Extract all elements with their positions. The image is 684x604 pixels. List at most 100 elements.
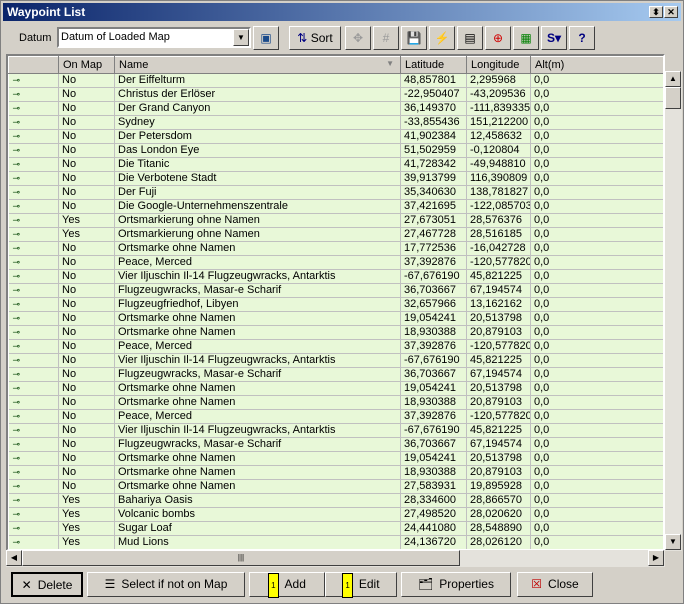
col-header-icon[interactable] [8, 56, 59, 74]
waypoint-icon: ⊸ [8, 241, 59, 256]
table-row[interactable]: ⊸ No Ortsmarke ohne Namen 27,583931 19,89592… [8, 479, 663, 494]
table-row[interactable]: ⊸ Yes Sugar Loaf 24,441080 28,548890 0,0 [8, 521, 663, 536]
table-row[interactable]: ⊸ No Ortsmarke ohne Namen 18,930388 20,87910… [8, 395, 663, 410]
cell-name: Ortsmarke ohne Namen [114, 241, 401, 256]
cell-name: Die Google-Unternehmenszentrale [114, 199, 401, 214]
table-row[interactable]: ⊸ Yes Bahariya Oasis 28,334600 28,866570 0,0 [8, 493, 663, 508]
cell-on-map: Yes [58, 507, 115, 522]
table-row[interactable]: ⊸ Yes Mud Lions 24,136720 28,026120 0,0 [8, 535, 663, 549]
map-picture-button[interactable]: ▣ [253, 26, 279, 50]
table-row[interactable]: ⊸ No Der Grand Canyon 36,149370 -111,839335 0… [8, 101, 663, 116]
delete-button[interactable]: ✕ Delete [11, 572, 83, 597]
table-row[interactable]: ⊸ No Vier Iljuschin Il-14 Flugzeugwracks, … [8, 269, 663, 284]
map-icon: ▦ [520, 31, 532, 45]
cell-longitude: -120,577820 [466, 339, 531, 354]
cell-latitude: 37,392876 [400, 255, 467, 270]
scroll-left-icon[interactable]: ◀ [6, 550, 22, 566]
map-button[interactable]: ▦ [513, 26, 539, 50]
cell-longitude: -49,948810 [466, 157, 531, 172]
close-button[interactable]: ☒ Close [517, 572, 593, 597]
cell-alt: 0,0 [530, 339, 663, 354]
table-row[interactable]: ⊸ No Vier Iljuschin Il-14 Flugzeugwracks, … [8, 423, 663, 438]
table-row[interactable]: ⊸ No Die Titanic 41,728342 -49,948810 0,0 [8, 157, 663, 172]
col-header-latitude[interactable]: Latitude [400, 56, 467, 74]
col-header-name[interactable]: Name ▼ [114, 56, 401, 74]
cell-latitude: 24,136720 [400, 535, 467, 549]
vertical-scrollbar[interactable]: ▲ ▼ [665, 71, 682, 551]
table-row[interactable]: ⊸ No Die Verbotene Stadt 39,913799 116,39080… [8, 171, 663, 186]
scroll-down-icon[interactable]: ▼ [665, 534, 681, 550]
table-row[interactable]: ⊸ No Die Google-Unternehmenszentrale 37,421… [8, 199, 663, 214]
table-row[interactable]: ⊸ No Ortsmarke ohne Namen 18,930388 20,87910… [8, 465, 663, 480]
crosshair-button[interactable]: ✥ [345, 26, 371, 50]
table-row[interactable]: ⊸ No Flugzeugfriedhof, Libyen 32,657966 13,1… [8, 297, 663, 312]
restore-icon[interactable]: ⬍ [649, 6, 663, 18]
save-dropdown-button[interactable]: 💾 [401, 26, 427, 50]
help-button[interactable]: ? [569, 26, 595, 50]
table-row[interactable]: ⊸ No Ortsmarke ohne Namen 19,054241 20,51379… [8, 451, 663, 466]
table-row[interactable]: ⊸ No Peace, Merced 37,392876 -120,577820 0,0 [8, 339, 663, 354]
s-dropdown-button[interactable]: S▾ [541, 26, 567, 50]
table-row[interactable]: ⊸ No Ortsmarke ohne Namen 19,054241 20,51379… [8, 381, 663, 396]
cell-name: Vier Iljuschin Il-14 Flugzeugwracks, Ant… [114, 269, 401, 284]
cell-on-map: No [58, 255, 115, 270]
waypoint-icon: ⊸ [8, 129, 59, 144]
help-icon: ? [578, 31, 586, 45]
table-row[interactable]: ⊸ No Flugzeugwracks, Masar-e Scharif 36,703… [8, 437, 663, 452]
table-row[interactable]: ⊸ No Vier Iljuschin Il-14 Flugzeugwracks, … [8, 353, 663, 368]
table-row[interactable]: ⊸ No Der Fuji 35,340630 138,781827 0,0 [8, 185, 663, 200]
cell-latitude: 18,930388 [400, 325, 467, 340]
add-button[interactable]: 1 Add [249, 572, 325, 598]
select-if-not-on-map-button[interactable]: ☰ Select if not on Map [87, 572, 245, 597]
cell-longitude: -120,577820 [466, 409, 531, 424]
horizontal-scrollbar[interactable]: ◀ ||| ▶ [6, 550, 665, 567]
table-row[interactable]: ⊸ No Flugzeugwracks, Masar-e Scharif 36,703… [8, 367, 663, 382]
table-row[interactable]: ⊸ No Ortsmarke ohne Namen 18,930388 20,87910… [8, 325, 663, 340]
cell-alt: 0,0 [530, 171, 663, 186]
table-row[interactable]: ⊸ No Peace, Merced 37,392876 -120,577820 0,0 [8, 255, 663, 270]
cell-on-map: No [58, 101, 115, 116]
table-row[interactable]: ⊸ No Der Eiffelturm 48,857801 2,295968 0,0 [8, 73, 663, 88]
properties-icon: 🗂 [418, 577, 434, 591]
table-row[interactable]: ⊸ No Ortsmarke ohne Namen 19,054241 20,51379… [8, 311, 663, 326]
vertical-scroll-thumb[interactable] [665, 87, 681, 109]
datum-select[interactable]: Datum of Loaded Map ▼ [57, 27, 251, 48]
sort-button[interactable]: ⇅ Sort [289, 26, 341, 50]
cell-name: Peace, Merced [114, 255, 401, 270]
chevron-down-icon[interactable]: ▼ [233, 29, 249, 46]
table-row[interactable]: ⊸ No Flugzeugwracks, Masar-e Scharif 36,703… [8, 283, 663, 298]
add-label: Add [284, 577, 306, 591]
table-row[interactable]: ⊸ No Ortsmarke ohne Namen 17,772536 -16,0427… [8, 241, 663, 256]
cell-latitude: -67,676190 [400, 423, 467, 438]
close-icon[interactable]: ✕ [664, 6, 678, 18]
col-header-alt[interactable]: Alt(m) [530, 56, 663, 74]
table-row[interactable]: ⊸ No Der Petersdom 41,902384 12,458632 0,0 [8, 129, 663, 144]
table-row[interactable]: ⊸ Yes Volcanic bombs 27,498520 28,020620 0,0 [8, 507, 663, 522]
table-row[interactable]: ⊸ No Peace, Merced 37,392876 -120,577820 0,0 [8, 409, 663, 424]
cell-longitude: 12,458632 [466, 129, 531, 144]
table-row[interactable]: ⊸ No Das London Eye 51,502959 -0,120804 0,0 [8, 143, 663, 158]
properties-button[interactable]: 🗂 Properties [401, 572, 511, 597]
waypoint-icon: ⊸ [8, 269, 59, 284]
cell-name: Ortsmarke ohne Namen [114, 325, 401, 340]
table-row[interactable]: ⊸ Yes Ortsmarkierung ohne Namen 27,673051 28… [8, 213, 663, 228]
col-header-on-map[interactable]: On Map [58, 56, 115, 74]
grid-button[interactable]: # [373, 26, 399, 50]
edit-button[interactable]: 1 Edit [325, 572, 397, 598]
waypoint-icon: ⊸ [8, 493, 59, 508]
table-row[interactable]: ⊸ No Christus der Erlöser -22,950407 -43,209… [8, 87, 663, 102]
cell-latitude: 32,657966 [400, 297, 467, 312]
col-header-longitude[interactable]: Longitude [466, 56, 531, 74]
scroll-up-icon[interactable]: ▲ [665, 71, 681, 87]
lightning-button[interactable]: ⚡ [429, 26, 455, 50]
horizontal-scroll-thumb[interactable]: ||| [22, 550, 460, 566]
cell-on-map: No [58, 311, 115, 326]
target-button[interactable]: ⊕ [485, 26, 511, 50]
cell-alt: 0,0 [530, 521, 663, 536]
scroll-right-icon[interactable]: ▶ [648, 550, 664, 566]
cell-alt: 0,0 [530, 311, 663, 326]
table-row[interactable]: ⊸ Yes Ortsmarkierung ohne Namen 27,467728 28… [8, 227, 663, 242]
cell-name: Ortsmarke ohne Namen [114, 311, 401, 326]
table-row[interactable]: ⊸ No Sydney -33,855436 151,212200 0,0 [8, 115, 663, 130]
waypoint-dropdown-button[interactable]: ▤ [457, 26, 483, 50]
